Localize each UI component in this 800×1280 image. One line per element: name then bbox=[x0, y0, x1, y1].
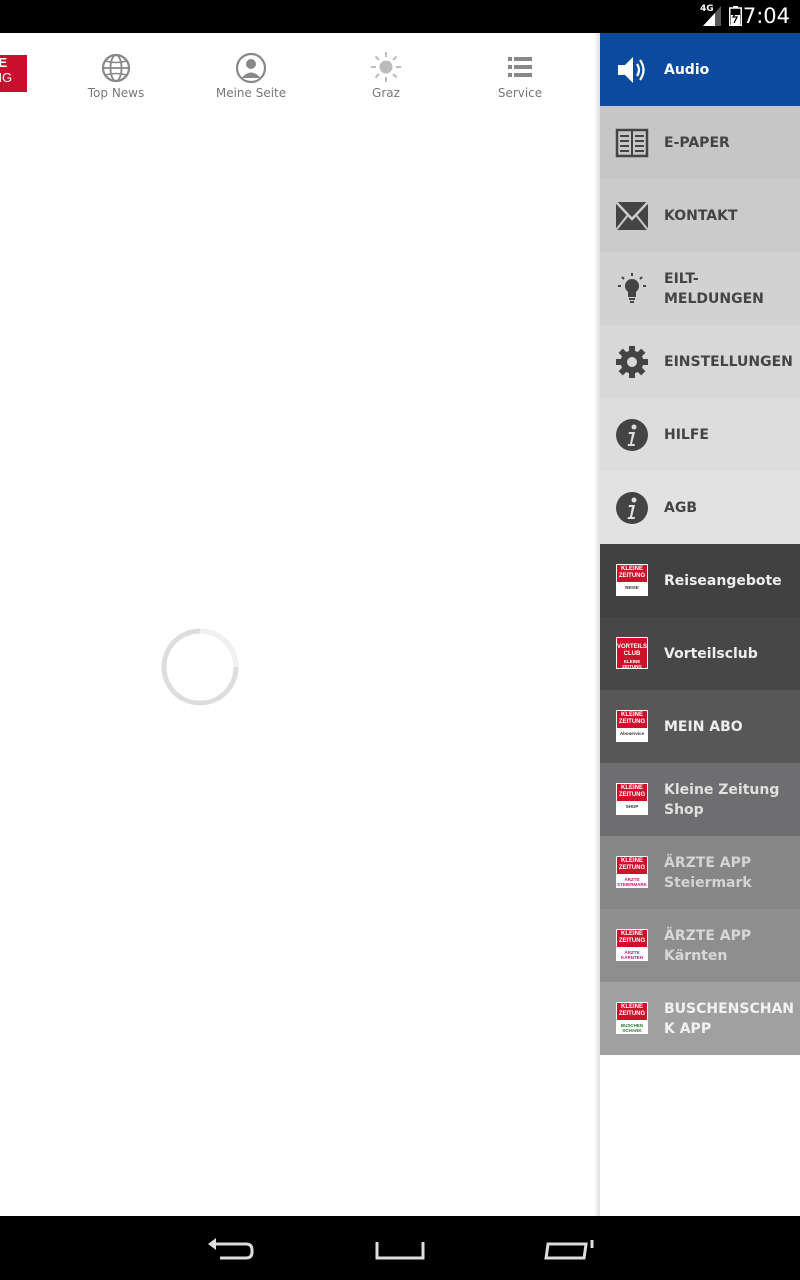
lightbulb-icon bbox=[618, 273, 646, 303]
drawer-item-label: Reiseangebote bbox=[664, 572, 782, 589]
buschenschank-logo: KLEINE ZEITUNG BUSCHEN SCHANK bbox=[616, 1002, 648, 1034]
drawer-item-kontakt[interactable]: KONTAKT bbox=[600, 179, 800, 252]
kleine-zeitung-logo[interactable]: NE ING bbox=[0, 55, 27, 92]
aerzte-steiermark-logo: KLEINE ZEITUNG ÄRZTE STEIERMARK bbox=[616, 856, 648, 888]
back-icon[interactable] bbox=[200, 1230, 260, 1266]
badge-brand: KLEINE ZEITUNG bbox=[617, 857, 647, 874]
drawer-item-eilt-meldungen[interactable]: EILT- MELDUNGEN bbox=[600, 252, 800, 325]
kleine-zeitung-aboservice-logo: KLEINE ZEITUNG Aboservice bbox=[616, 710, 648, 742]
drawer-item-label: Kleine Zeitung Shop bbox=[664, 781, 780, 818]
aerzte-kaernten-logo: KLEINE ZEITUNG ÄRZTE KÄRNTEN bbox=[616, 929, 648, 961]
badge-sub: KLEINE ZEITUNG bbox=[622, 659, 642, 669]
drawer-item-mein-abo[interactable]: KLEINE ZEITUNG Aboservice MEIN ABO bbox=[600, 690, 800, 763]
badge-brand: KLEINE ZEITUNG bbox=[617, 784, 647, 801]
status-bar: 4G 7:04 bbox=[0, 0, 800, 33]
globe-icon bbox=[101, 53, 131, 83]
logo-line-2: ING bbox=[0, 70, 13, 85]
mail-icon bbox=[615, 201, 649, 231]
speaker-icon bbox=[618, 57, 645, 83]
drawer-item-label: BUSCHENSCHAN K APP bbox=[664, 1000, 795, 1037]
badge-sub: Aboservice bbox=[619, 731, 645, 736]
drawer-item-kleine-zeitung-shop[interactable]: KLEINE ZEITUNG SHOP Kleine Zeitung Shop bbox=[600, 763, 800, 836]
drawer-item-vorteilsclub[interactable]: VORTEILS CLUB KLEINE ZEITUNG Vorteilsclu… bbox=[600, 617, 800, 690]
recent-apps-icon[interactable] bbox=[540, 1230, 600, 1266]
badge-sub: BUSCHEN SCHANK bbox=[620, 1023, 644, 1033]
newspaper-icon bbox=[615, 128, 649, 158]
nav-label: Meine Seite bbox=[215, 86, 287, 100]
badge-sub: ÄRZTE KÄRNTEN bbox=[621, 950, 643, 960]
kleine-zeitung-shop-logo: KLEINE ZEITUNG SHOP bbox=[616, 783, 648, 815]
navigation-drawer: Audio E-PAPER KONTAKT EILT- MELDUNGEN EI… bbox=[594, 33, 800, 1216]
drawer-item-label: ÄRZTE APP Steiermark bbox=[664, 854, 752, 891]
nav-label: Top News bbox=[87, 86, 145, 100]
drawer-item-aerzte-app-kaernten[interactable]: KLEINE ZEITUNG ÄRZTE KÄRNTEN ÄRZTE APP K… bbox=[600, 909, 800, 982]
gear-icon bbox=[616, 346, 648, 378]
nav-graz[interactable]: Graz bbox=[326, 33, 446, 118]
drawer-item-label: KONTAKT bbox=[664, 207, 738, 224]
drawer-item-audio[interactable]: Audio bbox=[600, 33, 800, 106]
badge-brand: KLEINE ZEITUNG bbox=[617, 930, 647, 947]
drawer-item-agb[interactable]: AGB bbox=[600, 471, 800, 544]
home-icon[interactable] bbox=[370, 1230, 430, 1266]
drawer-item-e-paper[interactable]: E-PAPER bbox=[600, 106, 800, 179]
drawer-item-label: Vorteilsclub bbox=[664, 645, 758, 662]
nav-service[interactable]: Service bbox=[460, 33, 580, 118]
drawer-item-label: ÄRZTE APP Kärnten bbox=[664, 927, 752, 964]
list-icon bbox=[508, 57, 532, 77]
drawer-item-einstellungen[interactable]: EINSTELLUNGEN bbox=[600, 325, 800, 398]
vorteilsclub-logo: VORTEILS CLUB KLEINE ZEITUNG bbox=[616, 637, 648, 669]
drawer-item-label: EILT- MELDUNGEN bbox=[664, 270, 764, 307]
signal-icon bbox=[703, 6, 721, 26]
badge-sub: REISE bbox=[625, 585, 639, 590]
drawer-item-buschenschank-app[interactable]: KLEINE ZEITUNG BUSCHEN SCHANK BUSCHENSCH… bbox=[600, 982, 800, 1055]
kleine-zeitung-reise-logo: KLEINE ZEITUNG REISE bbox=[616, 564, 648, 596]
badge-sub: ÄRZTE STEIERMARK bbox=[617, 877, 647, 887]
main-content: NE ING Top News Meine Seite bbox=[0, 33, 600, 1216]
loading-spinner bbox=[161, 628, 239, 706]
info-icon bbox=[616, 492, 648, 524]
drawer-item-hilfe[interactable]: HILFE bbox=[600, 398, 800, 471]
drawer-item-label: EINSTELLUNGEN bbox=[664, 353, 793, 370]
nav-meine-seite[interactable]: Meine Seite bbox=[191, 33, 311, 118]
badge-sub: SHOP bbox=[625, 804, 639, 809]
user-icon bbox=[235, 52, 267, 84]
badge-brand: KLEINE ZEITUNG bbox=[617, 1003, 647, 1020]
top-navigation: NE ING Top News Meine Seite bbox=[0, 33, 600, 118]
nav-label: Service bbox=[497, 86, 543, 100]
logo-line-1: NE bbox=[0, 55, 8, 70]
system-navigation-bar bbox=[0, 1216, 800, 1280]
battery-icon bbox=[729, 6, 742, 26]
drawer-item-label: E-PAPER bbox=[664, 134, 730, 151]
nav-top-news[interactable]: Top News bbox=[56, 33, 176, 118]
sun-icon bbox=[371, 52, 401, 82]
drawer-item-reiseangebote[interactable]: KLEINE ZEITUNG REISE Reiseangebote bbox=[600, 544, 800, 617]
drawer-item-label: HILFE bbox=[664, 426, 709, 443]
badge-brand: KLEINE ZEITUNG bbox=[617, 565, 647, 582]
drawer-item-aerzte-app-steiermark[interactable]: KLEINE ZEITUNG ÄRZTE STEIERMARK ÄRZTE AP… bbox=[600, 836, 800, 909]
badge-brand: KLEINE ZEITUNG bbox=[617, 711, 647, 728]
drawer-item-label: AGB bbox=[664, 499, 697, 516]
info-icon bbox=[616, 419, 648, 451]
drawer-item-label: MEIN ABO bbox=[664, 718, 743, 735]
nav-label: Graz bbox=[372, 86, 400, 100]
clock: 7:04 bbox=[742, 4, 790, 28]
drawer-item-label: Audio bbox=[664, 61, 710, 78]
